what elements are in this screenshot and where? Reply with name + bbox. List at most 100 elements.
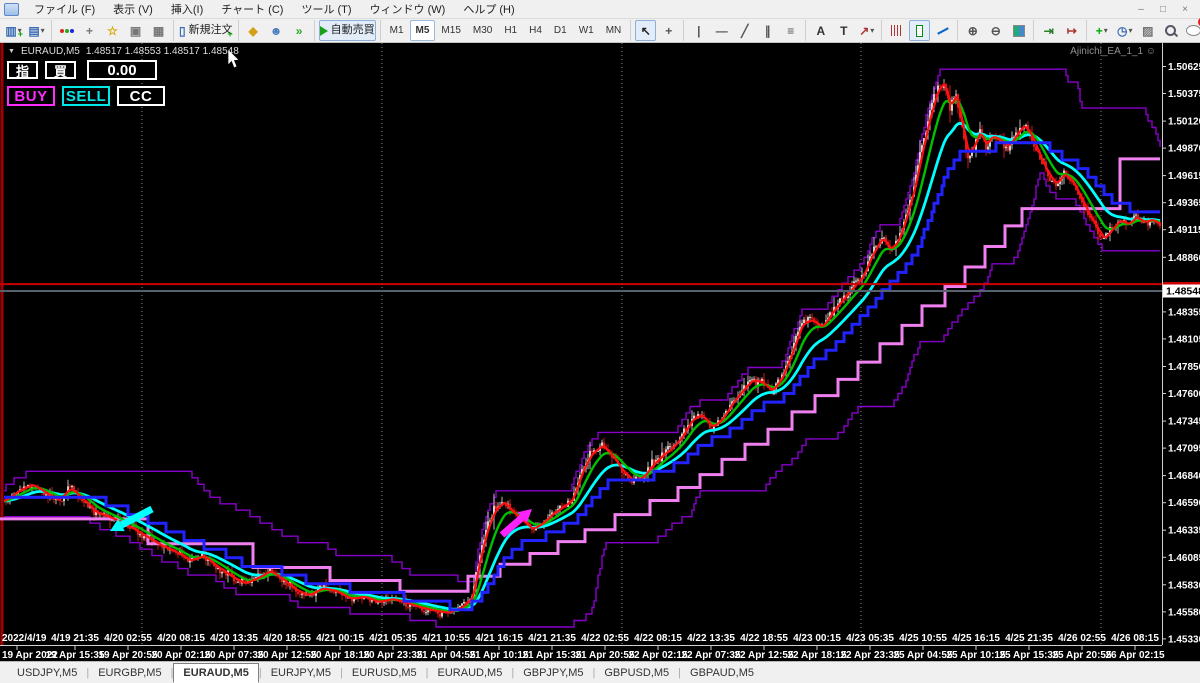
- time-label-broker: 22 Apr 12:55: [734, 650, 794, 661]
- text-label-button[interactable]: T: [833, 20, 854, 41]
- trendline-button[interactable]: ╱: [734, 20, 755, 41]
- vertical-line-button[interactable]: |: [688, 20, 709, 41]
- zoom-in-icon: ⊕: [968, 25, 978, 37]
- new-chart-icon: ▥: [5, 25, 16, 37]
- price-label: 1.49365: [1168, 198, 1200, 209]
- timeframe-d1-button[interactable]: D1: [548, 20, 573, 41]
- indicators-list-button[interactable]: +▾: [1091, 20, 1112, 41]
- chart-profiles-button[interactable]: ▤▾: [26, 20, 47, 41]
- zoom-in-button[interactable]: ⊕: [962, 20, 983, 41]
- minimize-button[interactable]: –: [1134, 4, 1148, 15]
- time-label-broker: 20 Apr 02:15: [151, 650, 211, 661]
- symbol-tab-5[interactable]: EURAUD,M5: [429, 664, 512, 682]
- price-label: 1.47095: [1168, 444, 1200, 455]
- close-button[interactable]: ×: [1178, 4, 1192, 15]
- menu-item-0[interactable]: ファイル (F): [25, 0, 104, 18]
- arrow-objects-icon: ↗: [859, 25, 869, 37]
- zoom-out-button[interactable]: ⊖: [985, 20, 1006, 41]
- time-label-broker: 25 Apr 20:55: [1052, 650, 1112, 661]
- timeframe-m1-button[interactable]: M1: [384, 20, 410, 41]
- metaeditor-button[interactable]: ◆: [243, 20, 264, 41]
- menu-item-1[interactable]: 表示 (V): [104, 0, 162, 18]
- timeframe-h4-button[interactable]: H4: [523, 20, 548, 41]
- equidistant-channel-button[interactable]: ∥: [757, 20, 778, 41]
- terminal-button[interactable]: ▣: [125, 20, 146, 41]
- menu-item-3[interactable]: チャート (C): [212, 0, 292, 18]
- market-watch-button[interactable]: [56, 20, 77, 41]
- close-all-button[interactable]: CC: [117, 86, 165, 106]
- symbol-tab-6[interactable]: GBPJPY,M5: [514, 664, 592, 682]
- time-label-broker: 21 Apr 15:35: [522, 650, 582, 661]
- symbol-tab-1[interactable]: EURGBP,M5: [89, 664, 170, 682]
- periods-list-button[interactable]: ◷▾: [1114, 20, 1135, 41]
- crosshair-button[interactable]: +: [658, 20, 679, 41]
- menu-item-5[interactable]: ウィンドウ (W): [361, 0, 455, 18]
- signals-button[interactable]: »: [289, 20, 310, 41]
- time-label-broker: 20 Apr 12:55: [257, 650, 317, 661]
- terminal-icon: ▣: [130, 25, 141, 37]
- channel-lower-line: [4, 173, 1160, 627]
- symbol-tab-0[interactable]: USDJPY,M5: [8, 664, 86, 682]
- time-label-jst: 4/22 13:35: [687, 633, 735, 644]
- timeframe-h1-button[interactable]: H1: [498, 20, 523, 41]
- timeframe-m5-button[interactable]: M5: [410, 20, 436, 41]
- expert-advisors-button[interactable]: ☻: [266, 20, 287, 41]
- symbol-tab-4[interactable]: EURUSD,M5: [343, 664, 426, 682]
- timeframe-mn-button[interactable]: MN: [600, 20, 628, 41]
- price-label: 1.50375: [1168, 89, 1200, 100]
- auto-scroll-button[interactable]: ⇥: [1038, 20, 1059, 41]
- time-label-broker: 21 Apr 20:55: [575, 650, 635, 661]
- symbol-tab-2[interactable]: EURAUD,M5: [173, 663, 258, 683]
- menu-item-6[interactable]: ヘルプ (H): [454, 0, 523, 18]
- limit-order-button[interactable]: 指: [7, 61, 38, 79]
- menu-item-4[interactable]: ツール (T): [292, 0, 360, 18]
- crosshair-icon: +: [665, 25, 672, 37]
- menu-item-2[interactable]: 挿入(I): [162, 0, 212, 18]
- arrow-objects-button[interactable]: ↗▾: [856, 20, 877, 41]
- restore-button[interactable]: □: [1156, 4, 1170, 15]
- market-buy-button[interactable]: 買: [45, 61, 76, 79]
- strategy-tester-button[interactable]: ▦: [148, 20, 169, 41]
- time-label-jst: 4/21 05:35: [369, 633, 417, 644]
- buy-button[interactable]: BUY: [7, 86, 55, 106]
- text-button[interactable]: A: [810, 20, 831, 41]
- symbol-tab-7[interactable]: GBPUSD,M5: [595, 664, 678, 682]
- new-chart-button[interactable]: ▥+▾: [3, 20, 24, 41]
- chart-shift-button[interactable]: ↦: [1061, 20, 1082, 41]
- line-chart-button[interactable]: [932, 20, 953, 41]
- price-label: 1.50120: [1168, 117, 1200, 128]
- horizontal-line-icon: —: [716, 25, 728, 37]
- collapse-icon[interactable]: ▼: [8, 48, 15, 55]
- signals-icon: »: [296, 25, 303, 37]
- lots-display[interactable]: 0.00: [87, 60, 157, 80]
- navigator-button[interactable]: ☆: [102, 20, 123, 41]
- text-label-icon: T: [840, 25, 847, 37]
- sell-button[interactable]: SELL: [62, 86, 110, 106]
- news-bubble-button[interactable]: 1: [1183, 20, 1200, 41]
- symbol-tab-3[interactable]: EURJPY,M5: [262, 664, 340, 682]
- horizontal-line-button[interactable]: —: [711, 20, 732, 41]
- time-label-jst: 4/25 21:35: [1005, 633, 1053, 644]
- search-button[interactable]: [1160, 20, 1181, 41]
- autotrading-button[interactable]: 自動売買: [319, 20, 376, 41]
- bar-chart-button[interactable]: [886, 20, 907, 41]
- candlestick-chart-icon: [916, 25, 923, 37]
- tile-windows-button[interactable]: [1008, 20, 1029, 41]
- price-label: 1.48860: [1168, 253, 1200, 264]
- time-label-broker: 22 Apr 23:35: [840, 650, 900, 661]
- templates-button[interactable]: ▨: [1137, 20, 1158, 41]
- ea-label[interactable]: Ajinichi_EA_1_1 ☺: [1070, 46, 1156, 57]
- fibonacci-button[interactable]: ≡: [780, 20, 801, 41]
- timeframe-w1-button[interactable]: W1: [573, 20, 600, 41]
- new-order-button[interactable]: ▯+新規注文: [178, 20, 234, 41]
- ohlc-values: 1.48517 1.48553 1.48517 1.48548: [86, 46, 239, 57]
- timeframe-m30-button[interactable]: M30: [467, 20, 498, 41]
- price-label: 1.45830: [1168, 580, 1200, 591]
- data-window-button[interactable]: +: [79, 20, 100, 41]
- equidistant-channel-icon: ∥: [765, 25, 771, 37]
- chart-canvas[interactable]: 1.506251.503751.501201.498701.496151.493…: [0, 43, 1200, 661]
- candlestick-chart-button[interactable]: [909, 20, 930, 41]
- timeframe-m15-button[interactable]: M15: [435, 20, 466, 41]
- symbol-tab-8[interactable]: GBPAUD,M5: [681, 664, 763, 682]
- cursor-button[interactable]: ↖: [635, 20, 656, 41]
